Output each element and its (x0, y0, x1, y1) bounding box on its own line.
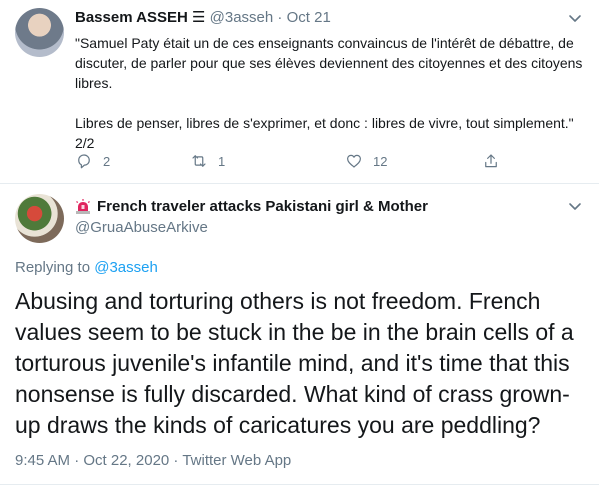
replying-prefix: Replying to (15, 259, 95, 276)
name-suffix: ☰ (187, 9, 206, 26)
separator: · (273, 9, 287, 26)
heart-icon (347, 154, 361, 168)
share-icon (485, 154, 497, 168)
divider (0, 484, 599, 485)
share-button[interactable] (482, 152, 500, 170)
tweet-paragraph: "Samuel Paty était un de ces enseignants… (75, 35, 583, 91)
chevron-down-icon[interactable] (567, 10, 583, 26)
chevron-down-icon[interactable] (567, 198, 583, 214)
tweet-meta[interactable]: 9:45 AM · Oct 22, 2020 · Twitter Web App (15, 452, 291, 469)
replying-to: Replying to @3asseh (15, 259, 158, 276)
like-button[interactable]: 12 (345, 152, 387, 170)
tweet-item[interactable]: Bassem ASSEH ☰ @3asseh · Oct 21 "Samuel … (0, 0, 599, 184)
handle[interactable]: @GruaAbuseArkive (75, 219, 208, 236)
retweet-count: 1 (218, 153, 226, 169)
reply-icon (78, 154, 90, 169)
tweet-text: Abusing and torturing others is not free… (15, 288, 574, 438)
display-name[interactable]: Bassem ASSEH (75, 9, 188, 26)
retweet-icon (192, 155, 206, 167)
avatar[interactable] (15, 8, 64, 57)
replying-to-link[interactable]: @3asseh (94, 259, 158, 276)
tweet-paragraph: Libres de penser, libres de s'exprimer, … (75, 115, 574, 151)
handle[interactable]: @3asseh (210, 9, 274, 26)
retweet-button[interactable]: 1 (190, 152, 225, 170)
like-count: 12 (373, 153, 388, 169)
tweet-header: French traveler attacks Pakistani girl &… (75, 198, 428, 215)
tweet-actions: 2 1 12 (75, 152, 505, 172)
tweet-header: Bassem ASSEH ☰ @3asseh · Oct 21 (75, 8, 331, 26)
display-name[interactable]: French traveler attacks Pakistani girl &… (97, 198, 428, 215)
reply-button[interactable]: 2 (75, 152, 110, 170)
avatar[interactable] (15, 194, 64, 243)
tweet-text: "Samuel Paty était un de ces enseignants… (75, 33, 585, 153)
tweet-date[interactable]: Oct 21 (287, 9, 331, 26)
reply-count: 2 (103, 153, 111, 169)
siren-icon (76, 198, 90, 214)
